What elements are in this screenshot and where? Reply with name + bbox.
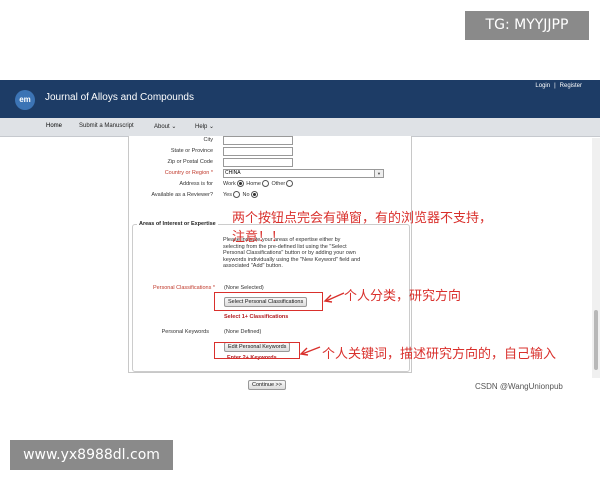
- nav-submit-manuscript[interactable]: Submit a Manuscript: [79, 123, 134, 129]
- scrollbar-thumb[interactable]: [594, 310, 598, 370]
- register-link[interactable]: Register: [560, 83, 582, 89]
- radio-yes[interactable]: [232, 191, 240, 198]
- dropdown-arrow-icon[interactable]: ▼: [374, 170, 383, 177]
- radio-no[interactable]: [250, 191, 258, 198]
- keywords-highlight: [214, 342, 300, 359]
- country-select[interactable]: CHINA ▼: [223, 169, 384, 178]
- nav-about[interactable]: About ⌄: [154, 123, 176, 130]
- em-logo-icon: em: [15, 90, 35, 110]
- radio-other[interactable]: [286, 180, 294, 187]
- chevron-down-icon: ⌄: [209, 124, 215, 130]
- state-input[interactable]: [223, 147, 293, 156]
- classifications-note: 个人分类，研究方向: [344, 289, 462, 304]
- classifications-value: (None Selected): [224, 285, 264, 291]
- arrow-icon: [323, 292, 345, 303]
- keywords-note: 个人关键词，描述研究方向的，自己输入: [322, 347, 557, 362]
- continue-button[interactable]: Continue >>: [248, 380, 286, 390]
- screenshot-area: em Journal of Alloys and Compounds Login…: [0, 80, 600, 400]
- city-label: City: [203, 137, 213, 143]
- areas-title: Areas of Interest or Expertise: [137, 221, 218, 227]
- radio-work[interactable]: [236, 180, 244, 187]
- zip-input[interactable]: [223, 158, 293, 167]
- popup-warning-note: 两个按钮点完会有弹窗，有的浏览器不支持， 注意！！: [232, 211, 493, 245]
- chevron-down-icon: ⌄: [171, 124, 177, 130]
- keywords-label: Personal Keywords: [161, 329, 209, 335]
- zip-label: Zip or Postal Code: [167, 159, 213, 165]
- reviewer-radios: Yes No: [223, 191, 259, 198]
- country-label: Country or Region *: [164, 170, 213, 176]
- watermark-bottom: www.yx8988dl.com: [10, 440, 173, 470]
- classifications-highlight: [214, 292, 323, 311]
- address-for-radios: Work Home Other: [223, 180, 294, 187]
- auth-separator: |: [554, 83, 556, 89]
- arrow-icon: [299, 346, 321, 356]
- csdn-watermark: CSDN @WangUnionpub: [475, 382, 563, 391]
- registration-form: City State or Province Zip or Postal Cod…: [128, 136, 412, 373]
- nav-bar: Home Submit a Manuscript About ⌄ Help ⌄: [0, 118, 600, 137]
- state-label: State or Province: [170, 148, 213, 154]
- nav-help[interactable]: Help ⌄: [195, 123, 214, 130]
- city-input[interactable]: [223, 136, 293, 145]
- login-link[interactable]: Login: [535, 83, 550, 89]
- keywords-value: (None Defined): [224, 329, 262, 335]
- watermark-top: TG: MYYJJPP: [465, 11, 589, 40]
- radio-home[interactable]: [261, 180, 269, 187]
- top-header: em Journal of Alloys and Compounds Login…: [0, 80, 600, 118]
- classifications-hint: Select 1+ Classifications: [224, 314, 289, 320]
- nav-home[interactable]: Home: [46, 123, 62, 129]
- auth-links: Login | Register: [533, 83, 584, 89]
- address-for-label: Address is for: [179, 181, 213, 187]
- reviewer-label: Available as a Reviewer?: [151, 192, 213, 198]
- classifications-label: Personal Classifications *: [152, 285, 215, 291]
- journal-title: Journal of Alloys and Compounds: [45, 92, 194, 103]
